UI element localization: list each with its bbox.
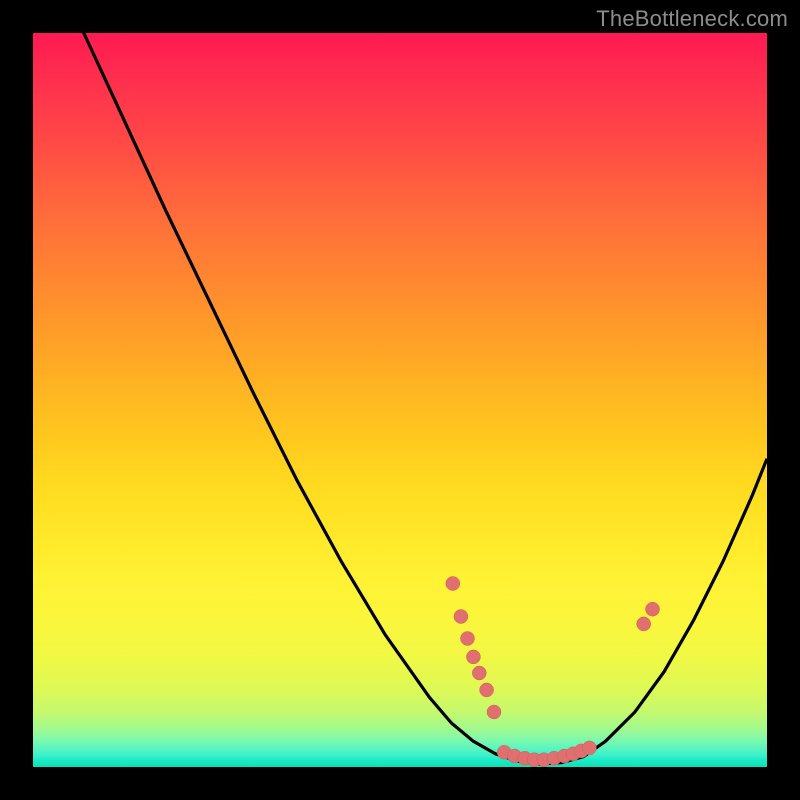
curve-layer (33, 33, 767, 767)
data-point (480, 683, 494, 697)
plot-area (33, 33, 767, 767)
data-point (582, 741, 596, 755)
chart-stage: TheBottleneck.com (0, 0, 800, 800)
watermark-label: TheBottleneck.com (596, 6, 788, 32)
data-point (487, 705, 501, 719)
data-points-group (446, 577, 660, 767)
data-point (637, 617, 651, 631)
bottleneck-curve (33, 33, 767, 764)
data-point (461, 632, 475, 646)
data-point (446, 577, 460, 591)
data-point (472, 666, 486, 680)
data-point (646, 602, 660, 616)
data-point (454, 610, 468, 624)
data-point (466, 650, 480, 664)
